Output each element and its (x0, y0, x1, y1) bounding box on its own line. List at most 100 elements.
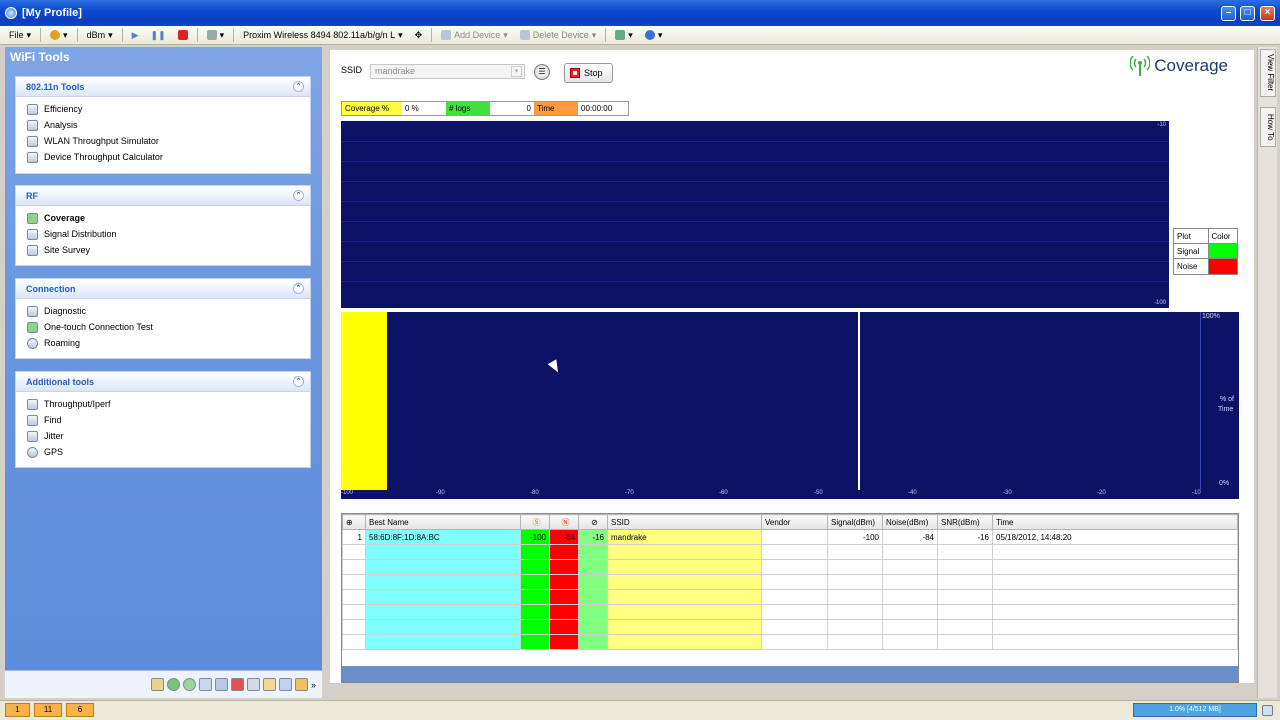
wifi-antenna-icon (1130, 55, 1151, 76)
ssid-select[interactable]: mandrake ▾ (370, 64, 525, 79)
group-header[interactable]: Additional tools ⌃ (16, 372, 310, 392)
move-button[interactable]: ✥ (412, 27, 426, 43)
tool-coverage[interactable]: Coverage (16, 210, 310, 226)
settings-menu[interactable]: ▾ (47, 27, 71, 43)
table-row[interactable]: 1 58:6D:8F:1D:8A:BC -100 -84 -16 mandrak… (342, 529, 1238, 545)
stop-icon (177, 30, 188, 40)
column-header-ssid[interactable]: SSID (607, 514, 762, 530)
coverage-view: SSID mandrake ▾ ☰ Stop Coverage Coverage … (330, 50, 1254, 683)
toolbar-separator (121, 28, 123, 42)
printer-icon (206, 30, 217, 40)
delete-device-button[interactable]: Delete Device ▾ (517, 27, 600, 43)
tool-device-throughput-calculator[interactable]: Device Throughput Calculator (16, 149, 310, 165)
resize-grip-icon[interactable] (1262, 705, 1273, 716)
tool-shortcut-bar: » (5, 670, 322, 698)
pause-button[interactable]: ❚❚ (148, 27, 169, 43)
gridline (341, 161, 1169, 162)
signal-distribution-icon (27, 228, 38, 240)
coverage-icon (27, 212, 38, 224)
tool-wlan-throughput-simulator[interactable]: WLAN Throughput Simulator (16, 133, 310, 149)
ssid-list-button[interactable]: ☰ (534, 64, 550, 80)
tool-gps[interactable]: GPS (16, 444, 310, 460)
chart-icon[interactable] (150, 678, 164, 691)
shield-icon[interactable] (230, 678, 244, 691)
column-header-vendor[interactable]: Vendor (761, 514, 828, 530)
monitor-icon[interactable] (214, 678, 228, 691)
close-button[interactable]: × (1260, 6, 1275, 21)
legend-header-color: Color (1211, 232, 1231, 241)
maximize-button[interactable]: □ (1240, 6, 1255, 21)
jitter-icon (27, 430, 38, 442)
gridline (341, 221, 1169, 222)
legend-name: Noise (1174, 259, 1210, 274)
table-scroll-area[interactable] (342, 666, 1238, 682)
column-header-best-name[interactable]: Best Name (365, 514, 521, 530)
table-header-row: ⊕ Best Name Ⓢ Ⓝ ⊘ SSID Vendor Signal(dBm… (342, 514, 1238, 530)
folder-icon[interactable] (262, 678, 276, 691)
device-icon[interactable] (246, 678, 260, 691)
tool-throughput-iperf[interactable]: Throughput/Iperf (16, 396, 310, 412)
help-menu[interactable]: ▾ (642, 27, 666, 43)
coverage-label: Coverage % (342, 102, 402, 115)
tool-label: Coverage (44, 213, 86, 223)
refresh-icon[interactable] (166, 678, 180, 691)
cell-noise-short: -84 (549, 529, 579, 545)
logs-table: ⊕ Best Name Ⓢ Ⓝ ⊘ SSID Vendor Signal(dBm… (341, 513, 1239, 683)
cell-vendor (761, 529, 828, 545)
move-icon: ✥ (414, 29, 423, 40)
unit-menu[interactable]: dBm ▾ (84, 27, 116, 43)
add-device-button[interactable]: Add Device ▾ (438, 27, 511, 43)
collapse-icon[interactable]: ⌃ (293, 190, 304, 201)
adapter-select[interactable]: Proxim Wireless 8494 802.11a/b/g/n L ▾ (240, 27, 405, 43)
group-additional-tools: Additional tools ⌃ Throughput/Iperf Find … (15, 371, 311, 468)
column-header-index[interactable]: ⊕ (342, 514, 366, 530)
list-icon[interactable] (278, 678, 292, 691)
network-icon[interactable] (198, 678, 212, 691)
tab-view-filter[interactable]: View Filter (1260, 49, 1276, 97)
wifi-tools-panel: WiFi Tools 802.11n Tools ⌃ Efficiency Ana… (5, 47, 322, 698)
tool-one-touch-connection-test[interactable]: One-touch Connection Test (16, 319, 310, 335)
column-header-snr[interactable]: SNR(dBm) (937, 514, 993, 530)
window-title: [My Profile] (22, 7, 82, 19)
app-icon (5, 7, 17, 19)
group-title: RF (26, 190, 38, 201)
tool-site-survey[interactable]: Site Survey (16, 242, 310, 258)
delete-device-label: Delete Device (532, 30, 589, 40)
chevron-right-icon[interactable]: » (311, 680, 316, 690)
group-header[interactable]: RF ⌃ (16, 186, 310, 206)
tool-diagnostic[interactable]: Diagnostic (16, 303, 310, 319)
tool-signal-distribution[interactable]: Signal Distribution (16, 226, 310, 242)
column-header-noise[interactable]: Noise(dBm) (882, 514, 938, 530)
tab-how-to[interactable]: How To (1260, 107, 1276, 147)
stop-button[interactable]: Stop (564, 63, 613, 83)
legend-header-plot: Plot (1174, 229, 1210, 243)
group-title: Connection (26, 283, 76, 294)
tool-find[interactable]: Find (16, 412, 310, 428)
threshold-line[interactable] (858, 312, 860, 490)
sync-icon[interactable] (182, 678, 196, 691)
file-menu[interactable]: File ▾ (6, 27, 34, 43)
collapse-icon[interactable]: ⌃ (293, 81, 304, 92)
export-menu[interactable]: ▾ (612, 27, 636, 43)
group-header[interactable]: 802.11n Tools ⌃ (16, 77, 310, 97)
settings-icon[interactable] (294, 678, 308, 691)
column-header-time[interactable]: Time (992, 514, 1238, 530)
column-header-snr-icon[interactable]: ⊘ (578, 514, 608, 530)
column-header-signal[interactable]: Signal(dBm) (827, 514, 883, 530)
print-menu[interactable]: ▾ (204, 27, 228, 43)
tool-roaming[interactable]: Roaming (16, 335, 310, 351)
tool-efficiency[interactable]: Efficiency (16, 101, 310, 117)
minimize-button[interactable]: – (1221, 6, 1236, 21)
collapse-icon[interactable]: ⌃ (293, 283, 304, 294)
collapse-icon[interactable]: ⌃ (293, 376, 304, 387)
column-header-signal-icon[interactable]: Ⓢ (520, 514, 550, 530)
stop-toolbar-button[interactable] (175, 27, 191, 43)
tool-jitter[interactable]: Jitter (16, 428, 310, 444)
tool-analysis[interactable]: Analysis (16, 117, 310, 133)
group-header[interactable]: Connection ⌃ (16, 279, 310, 299)
logs-grid: ⊕ Best Name Ⓢ Ⓝ ⊘ SSID Vendor Signal(dBm… (342, 514, 1238, 650)
cell-signal-short: -100 (520, 529, 550, 545)
column-header-noise-icon[interactable]: Ⓝ (549, 514, 579, 530)
play-button[interactable]: ▶ (129, 27, 142, 43)
panel-title: WiFi Tools (10, 50, 70, 64)
